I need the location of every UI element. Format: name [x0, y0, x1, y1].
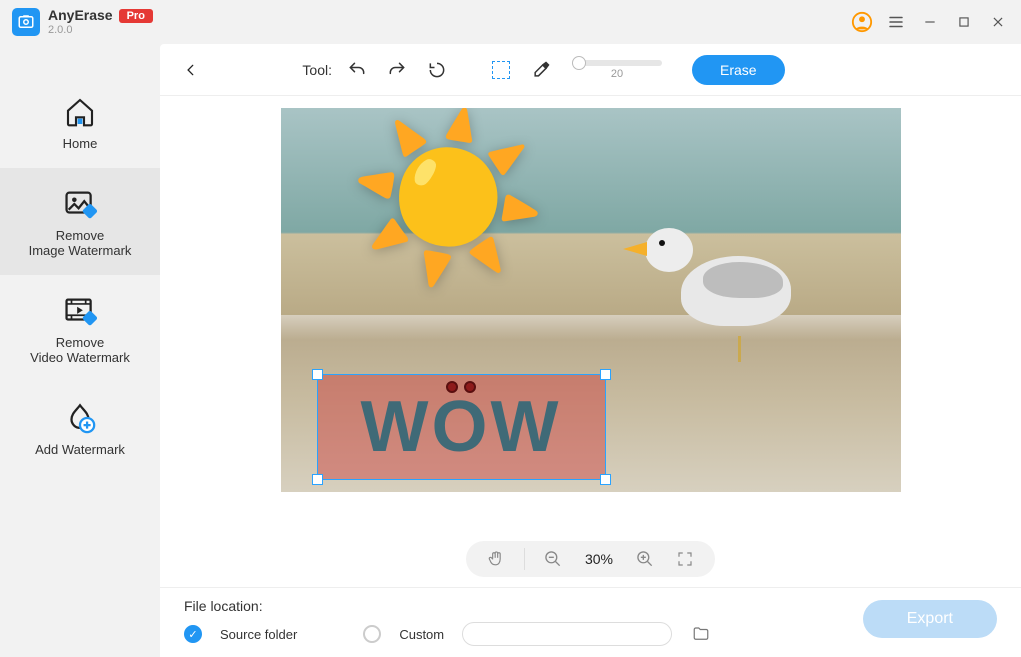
custom-folder-radio[interactable]	[363, 625, 381, 643]
custom-path-input[interactable]	[462, 622, 672, 646]
brush-size-slider[interactable]	[572, 60, 662, 66]
tool-label: Tool:	[302, 62, 332, 78]
watermark-text: WOW	[361, 386, 562, 468]
source-folder-label: Source folder	[220, 627, 297, 642]
pro-badge: Pro	[119, 9, 153, 23]
image-canvas[interactable]: ☀️ WOW	[281, 108, 901, 492]
brush-size-value: 20	[611, 68, 623, 80]
browse-folder-button[interactable]	[690, 623, 712, 645]
redo-button[interactable]	[382, 55, 412, 85]
source-folder-radio[interactable]	[184, 625, 202, 643]
export-button[interactable]: Export	[863, 600, 997, 638]
sidebar-item-label: Remove Video Watermark	[30, 335, 130, 366]
marquee-tool-button[interactable]	[486, 55, 516, 85]
add-watermark-icon	[60, 400, 100, 436]
toolbar: Tool: 20	[160, 44, 1021, 96]
pan-hand-button[interactable]	[484, 547, 508, 571]
app-version: 2.0.0	[48, 24, 153, 36]
sidebar-item-label: Add Watermark	[35, 442, 125, 458]
sidebar-item-remove-image-watermark[interactable]: Remove Image Watermark	[0, 168, 160, 275]
selection-handle[interactable]	[312, 369, 323, 380]
fullscreen-button[interactable]	[673, 547, 697, 571]
app-name: AnyErase	[48, 8, 113, 23]
home-icon	[60, 94, 100, 130]
app-logo	[12, 8, 40, 36]
close-button[interactable]	[987, 11, 1009, 33]
reset-button[interactable]	[422, 55, 452, 85]
footer: File location: Source folder Custom Expo…	[160, 587, 1021, 657]
sidebar-item-label: Remove Image Watermark	[29, 228, 132, 259]
remove-image-watermark-icon	[60, 186, 100, 222]
zoom-in-button[interactable]	[633, 547, 657, 571]
sidebar-item-add-watermark[interactable]: Add Watermark	[0, 382, 160, 474]
sidebar: Home Remove Image Watermark Remove Video…	[0, 44, 160, 657]
sidebar-item-label: Home	[63, 136, 98, 152]
zoom-out-button[interactable]	[541, 547, 565, 571]
undo-button[interactable]	[342, 55, 372, 85]
main-area: Tool: 20	[160, 44, 1021, 657]
minimize-button[interactable]	[919, 11, 941, 33]
titlebar: AnyErase Pro 2.0.0	[0, 0, 1021, 44]
custom-folder-label: Custom	[399, 627, 444, 642]
titlebar-left: AnyErase Pro 2.0.0	[12, 8, 153, 36]
sun-sticker: ☀️	[349, 118, 548, 278]
menu-icon[interactable]	[885, 11, 907, 33]
selection-handle[interactable]	[600, 474, 611, 485]
remove-video-watermark-icon	[60, 293, 100, 329]
selection-handle[interactable]	[600, 369, 611, 380]
sidebar-item-remove-video-watermark[interactable]: Remove Video Watermark	[0, 275, 160, 382]
account-icon[interactable]	[851, 11, 873, 33]
zoom-bar: 30%	[160, 535, 1021, 587]
selection-handle[interactable]	[312, 474, 323, 485]
selection-box[interactable]: WOW	[317, 374, 606, 480]
zoom-value: 30%	[581, 551, 617, 567]
seagull	[681, 256, 791, 326]
back-button[interactable]	[178, 57, 204, 83]
sidebar-item-home[interactable]: Home	[0, 76, 160, 168]
canvas-area: ☀️ WOW	[160, 96, 1021, 535]
brush-tool-button[interactable]	[526, 55, 556, 85]
erase-button[interactable]: Erase	[692, 55, 785, 85]
maximize-button[interactable]	[953, 11, 975, 33]
